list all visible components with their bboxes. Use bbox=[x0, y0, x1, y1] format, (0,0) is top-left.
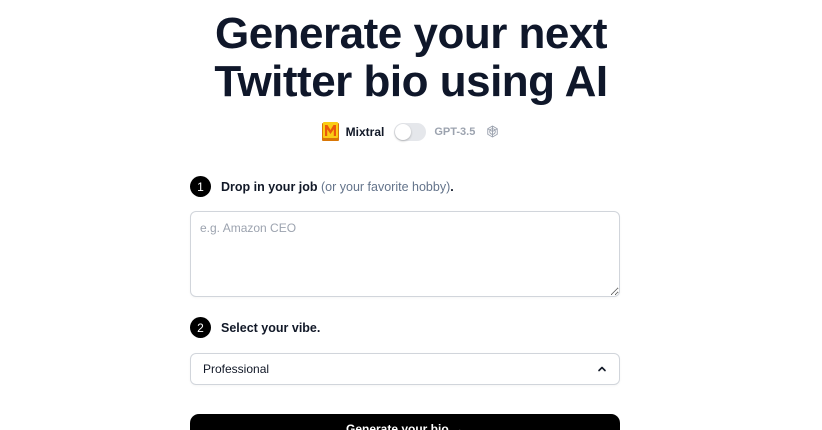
mixtral-label: Mixtral bbox=[345, 124, 385, 139]
openai-icon bbox=[487, 125, 499, 138]
vibe-select-value: Professional bbox=[203, 362, 270, 376]
step-1-hint: (or your favorite hobby) bbox=[321, 179, 451, 194]
step-2-label: Select your vibe. bbox=[221, 320, 321, 335]
model-switch[interactable] bbox=[394, 122, 427, 141]
job-textarea[interactable] bbox=[190, 211, 620, 297]
job-input-wrapper bbox=[190, 211, 620, 297]
mixtral-logo-icon bbox=[321, 122, 339, 141]
title-line-2: Twitter bio using AI bbox=[214, 57, 608, 106]
chevron-up-icon bbox=[598, 366, 606, 372]
step-1-header: 1 Drop in your job (or your favorite hob… bbox=[190, 176, 454, 197]
generate-bio-button[interactable]: Generate your bio → bbox=[190, 414, 620, 430]
step-1-label-group: Drop in your job (or your favorite hobby… bbox=[221, 180, 454, 194]
model-switch-knob bbox=[395, 123, 412, 140]
step-1-label: Drop in your job bbox=[221, 179, 318, 194]
page: Generate your next Twitter bio using AI … bbox=[0, 0, 822, 430]
step-2-badge: 2 bbox=[190, 317, 211, 338]
title-line-1: Generate your next bbox=[214, 9, 608, 58]
model-toggle: Mixtral GPT-3.5 bbox=[0, 122, 822, 141]
page-title: Generate your next Twitter bio using AI bbox=[0, 10, 822, 106]
gpt-label: GPT-3.5 bbox=[434, 125, 476, 138]
step-1-badge: 1 bbox=[190, 176, 211, 197]
step-1-suffix: . bbox=[450, 179, 454, 194]
vibe-select[interactable]: Professional bbox=[190, 353, 620, 385]
step-2-header: 2 Select your vibe. bbox=[190, 317, 320, 338]
